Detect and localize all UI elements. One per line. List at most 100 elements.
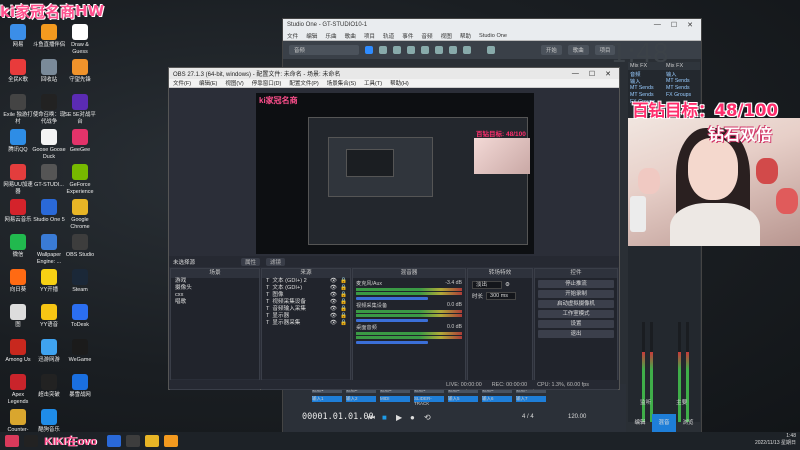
mixer-channel[interactable]: MT Sends [628, 85, 664, 92]
obs-preview[interactable]: ki家冠名商 百钻目标: 48/100 [256, 93, 534, 254]
visibility-eye-icon[interactable]: 👁 [330, 313, 337, 320]
obs-maximize-icon[interactable]: ☐ [589, 70, 595, 78]
visibility-eye-icon[interactable]: 👁 [330, 299, 337, 306]
obs-menu-item[interactable]: 视图(V) [225, 79, 243, 87]
rewind-icon[interactable]: ⏮ [368, 413, 375, 423]
scene-item[interactable]: 唱歌 [171, 299, 259, 306]
control-button[interactable]: 停止推流 [538, 280, 614, 288]
douyu-taskbar-icon[interactable] [163, 435, 178, 447]
system-clock[interactable]: 1:48 2022/11/13 星期日 [755, 433, 796, 447]
control-button[interactable]: 启动虚拟摄像机 [538, 300, 614, 308]
lock-icon[interactable]: 🔒 [340, 313, 347, 320]
lock-icon[interactable]: 🔒 [340, 292, 347, 299]
obs-minimize-icon[interactable]: — [572, 70, 579, 78]
tab-browse[interactable]: 浏览 [676, 414, 700, 432]
volume-slider[interactable] [356, 341, 429, 344]
mixer-channel[interactable]: MT Sends [664, 85, 700, 92]
obs-menu-item[interactable]: 配置文件(P) [289, 79, 318, 87]
main-fader[interactable] [678, 322, 681, 422]
source-item[interactable]: T 文本 (GDI+) 2 👁 🔒 [262, 278, 350, 285]
control-button[interactable]: 设置 [538, 320, 614, 328]
studio-menu-item[interactable]: Studio One [479, 33, 507, 39]
studio-menu-item[interactable]: 帮助 [460, 32, 471, 40]
duration-input[interactable]: 300 ms [486, 292, 517, 300]
studio-menu-item[interactable]: 乐曲 [325, 32, 336, 40]
close-icon[interactable]: ✕ [687, 21, 693, 29]
transition-type-field[interactable]: 淡出 ⚙ [472, 281, 528, 289]
track-label[interactable]: MIDI [380, 396, 410, 402]
song-button[interactable]: 歌曲 [567, 45, 589, 55]
track-label[interactable]: 输入5 [448, 396, 478, 402]
source-item[interactable]: T 显示器 👁 🔒 [262, 313, 350, 320]
filters-button[interactable]: 滤镜 [266, 257, 286, 266]
source-item[interactable]: T 音频输入采集 👁 🔒 [262, 306, 350, 313]
source-item[interactable]: T 视频采集设备 👁 🔒 [262, 299, 350, 306]
obs-menu-item[interactable]: 编辑(E) [199, 79, 217, 87]
mixer-channel[interactable]: 输入 [628, 78, 664, 85]
maximize-icon[interactable]: ☐ [671, 21, 677, 29]
source-item[interactable]: T 图像 👁 🔒 [262, 292, 350, 299]
control-button[interactable]: 开始录制 [538, 290, 614, 298]
visibility-eye-icon[interactable]: 👁 [330, 278, 337, 285]
source-item[interactable]: T 文本 (GDI+) 👁 🔒 [262, 285, 350, 292]
studio-menu-item[interactable]: 视图 [441, 32, 452, 40]
visibility-eye-icon[interactable]: 👁 [330, 306, 337, 313]
lock-icon[interactable]: 🔒 [340, 285, 347, 292]
scene-item[interactable]: 游戏 [171, 278, 259, 285]
split-tool-icon[interactable] [393, 46, 401, 54]
obs-menu-item[interactable]: 停靠窗口(D) [252, 79, 282, 87]
visibility-eye-icon[interactable]: 👁 [330, 292, 337, 299]
scene-item[interactable]: cxx [171, 292, 259, 299]
minimize-icon[interactable]: — [654, 21, 661, 29]
desktop-shortcut[interactable]: 暴雪战网 [63, 372, 97, 414]
tiktok-icon[interactable] [24, 435, 38, 447]
play-icon[interactable]: ▶ [396, 413, 402, 422]
range-tool-icon[interactable] [379, 46, 387, 54]
tab-mix[interactable]: 混音 [652, 414, 676, 432]
obs-taskbar-icon[interactable] [125, 435, 140, 447]
lock-icon[interactable]: 🔒 [340, 320, 347, 327]
tab-edit[interactable]: 编辑 [628, 414, 652, 432]
loop-icon[interactable]: ⟲ [424, 413, 431, 422]
track-label[interactable]: 输入2 [346, 396, 376, 402]
studio-menu-item[interactable]: 文件 [287, 32, 298, 40]
track-label[interactable]: 输入6 [482, 396, 512, 402]
volume-slider[interactable] [356, 319, 429, 322]
chrome-taskbar-icon[interactable] [144, 435, 159, 447]
listen-tool-icon[interactable] [463, 46, 471, 54]
studio-menu-item[interactable]: 轨道 [383, 32, 394, 40]
mixer-channel[interactable]: 音频 [628, 71, 664, 78]
lock-icon[interactable]: 🔒 [340, 278, 347, 285]
obs-titlebar[interactable]: OBS 27.1.3 (64-bit, windows) - 配置文件: 未命名… [169, 68, 619, 79]
weibo-icon[interactable] [5, 435, 19, 447]
volume-slider[interactable] [356, 297, 429, 300]
studio-menu-item[interactable]: 事件 [402, 32, 413, 40]
track-label[interactable]: SLIDER-TRACK [414, 396, 444, 406]
visibility-eye-icon[interactable]: 👁 [330, 285, 337, 292]
control-button[interactable]: 退出 [538, 330, 614, 338]
scene-item[interactable]: 摄像头 [171, 285, 259, 292]
studio-menu-item[interactable]: 歌曲 [345, 32, 356, 40]
properties-button[interactable]: 属性 [241, 257, 261, 266]
bend-tool-icon[interactable] [449, 46, 457, 54]
source-item[interactable]: T 显示器采集 👁 🔒 [262, 320, 350, 327]
start-button[interactable]: 开始 [541, 45, 562, 55]
lock-icon[interactable]: 🔒 [340, 306, 347, 313]
obs-menu-item[interactable]: 帮助(H) [390, 79, 409, 87]
mute-tool-icon[interactable] [435, 46, 443, 54]
track-label[interactable]: 输入1 [312, 396, 342, 402]
arrow-tool-icon[interactable] [365, 46, 373, 54]
studio-menu-item[interactable]: 编辑 [306, 32, 317, 40]
control-button[interactable]: 工作室模式 [538, 310, 614, 318]
lock-icon[interactable]: 🔒 [340, 299, 347, 306]
snap-icon[interactable] [487, 46, 495, 54]
obs-menu-item[interactable]: 工具(T) [364, 79, 382, 87]
mixer-channel[interactable]: 输入 [664, 71, 700, 78]
obs-window[interactable]: OBS 27.1.3 (64-bit, windows) - 配置文件: 未命名… [168, 67, 620, 390]
transition-settings-icon[interactable]: ⚙ [505, 282, 510, 288]
studio-menu-item[interactable]: 音频 [421, 32, 432, 40]
studio-menu-item[interactable]: 项目 [364, 32, 375, 40]
record-icon[interactable]: ● [410, 413, 415, 422]
tempo[interactable]: 120.00 [568, 414, 586, 420]
obs-menu-item[interactable]: 文件(F) [173, 79, 191, 87]
